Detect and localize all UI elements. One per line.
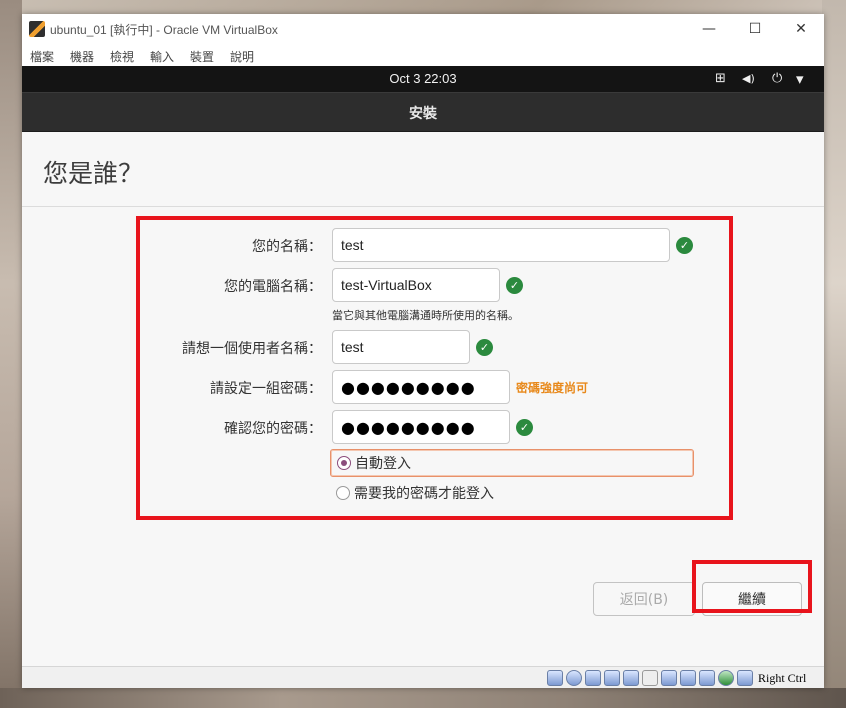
minimize-button[interactable]: —	[686, 14, 732, 44]
computer-name-input[interactable]	[332, 268, 500, 302]
network-adapter-icon[interactable]	[604, 670, 620, 686]
network-icon[interactable]: ⊞	[715, 70, 726, 88]
host-key-label: Right Ctrl	[758, 671, 807, 685]
name-label: 您的名稱：	[252, 239, 322, 255]
hard-disk-icon[interactable]	[547, 670, 563, 686]
vbox-menubar: 檔案 機器 檢視 輸入 裝置 說明	[22, 44, 824, 66]
usb-icon[interactable]	[623, 670, 639, 686]
computer-name-label: 您的電腦名稱：	[224, 279, 322, 295]
menu-input[interactable]: 輸入	[150, 48, 174, 65]
window-titlebar[interactable]: ubuntu_01 [執行中] - Oracle VM VirtualBox —…	[22, 14, 824, 44]
auto-login-label: 自動登入	[355, 456, 411, 472]
password-strength-indicator: 密碼強度尚可	[516, 381, 589, 395]
require-password-option[interactable]: 需要我的密碼才能登入	[330, 479, 694, 507]
confirm-password-valid-check-icon: ✓	[516, 419, 533, 436]
virtualbox-app-icon	[29, 21, 45, 37]
menu-file[interactable]: 檔案	[30, 48, 54, 65]
guest-screen: Oct 3 22:03 ⊞ ◀) ⏻ ▾ 安裝 您是誰？ 您的名稱： 您的電腦名…	[22, 66, 824, 674]
display-icon[interactable]	[661, 670, 677, 686]
virtualbox-window: ubuntu_01 [執行中] - Oracle VM VirtualBox —…	[22, 14, 824, 688]
maximize-button[interactable]: ☐	[732, 14, 778, 44]
installer-headerbar: 安裝	[22, 92, 824, 132]
name-valid-check-icon: ✓	[676, 237, 693, 254]
dropdown-arrow-icon[interactable]: ▾	[796, 70, 804, 88]
optical-drive-icon[interactable]	[566, 670, 582, 686]
page-title: 您是誰？	[43, 159, 144, 188]
audio-icon[interactable]	[585, 670, 601, 686]
shared-folder-icon[interactable]	[642, 670, 658, 686]
desktop-background-left	[0, 0, 22, 708]
confirm-password-label: 確認您的密碼：	[224, 421, 322, 437]
close-button[interactable]: ✕	[778, 14, 824, 44]
back-button[interactable]: 返回(B)	[593, 582, 695, 616]
username-valid-check-icon: ✓	[476, 339, 493, 356]
confirm-password-input[interactable]: ●●●●●●●●●	[332, 410, 510, 444]
volume-icon[interactable]: ◀)	[742, 70, 755, 88]
password-input[interactable]: ●●●●●●●●●	[332, 370, 510, 404]
require-password-label: 需要我的密碼才能登入	[354, 486, 494, 502]
password-label: 請設定一組密碼：	[210, 381, 322, 397]
username-label: 請想一個使用者名稱：	[182, 341, 322, 357]
auto-login-radio[interactable]	[337, 456, 351, 470]
window-title: ubuntu_01 [執行中] - Oracle VM VirtualBox	[50, 23, 278, 37]
continue-button[interactable]: 繼續	[702, 582, 802, 616]
require-password-radio[interactable]	[336, 486, 350, 500]
menu-help[interactable]: 說明	[230, 48, 254, 65]
computer-name-valid-check-icon: ✓	[506, 277, 523, 294]
menu-machine[interactable]: 機器	[70, 48, 94, 65]
cpu-icon[interactable]	[699, 670, 715, 686]
clock[interactable]: Oct 3 22:03	[22, 71, 824, 86]
auto-login-option[interactable]: 自動登入	[330, 449, 694, 477]
vbox-statusbar: Right Ctrl	[22, 666, 824, 688]
desktop-background-bottom	[0, 688, 846, 708]
installer-title: 安裝	[409, 106, 437, 122]
keyboard-icon[interactable]	[737, 670, 753, 686]
menu-devices[interactable]: 裝置	[190, 48, 214, 65]
desktop-background-right	[822, 0, 846, 708]
ubuntu-top-bar: Oct 3 22:03 ⊞ ◀) ⏻ ▾	[22, 66, 824, 92]
computer-name-hint: 當它與其他電腦溝通時所使用的名稱。	[332, 309, 519, 322]
recording-icon[interactable]	[680, 670, 696, 686]
name-input[interactable]	[332, 228, 670, 262]
mouse-integration-icon[interactable]	[718, 670, 734, 686]
heading-divider	[22, 206, 824, 207]
username-input[interactable]	[332, 330, 470, 364]
menu-view[interactable]: 檢視	[110, 48, 134, 65]
power-icon[interactable]: ⏻	[772, 70, 782, 88]
